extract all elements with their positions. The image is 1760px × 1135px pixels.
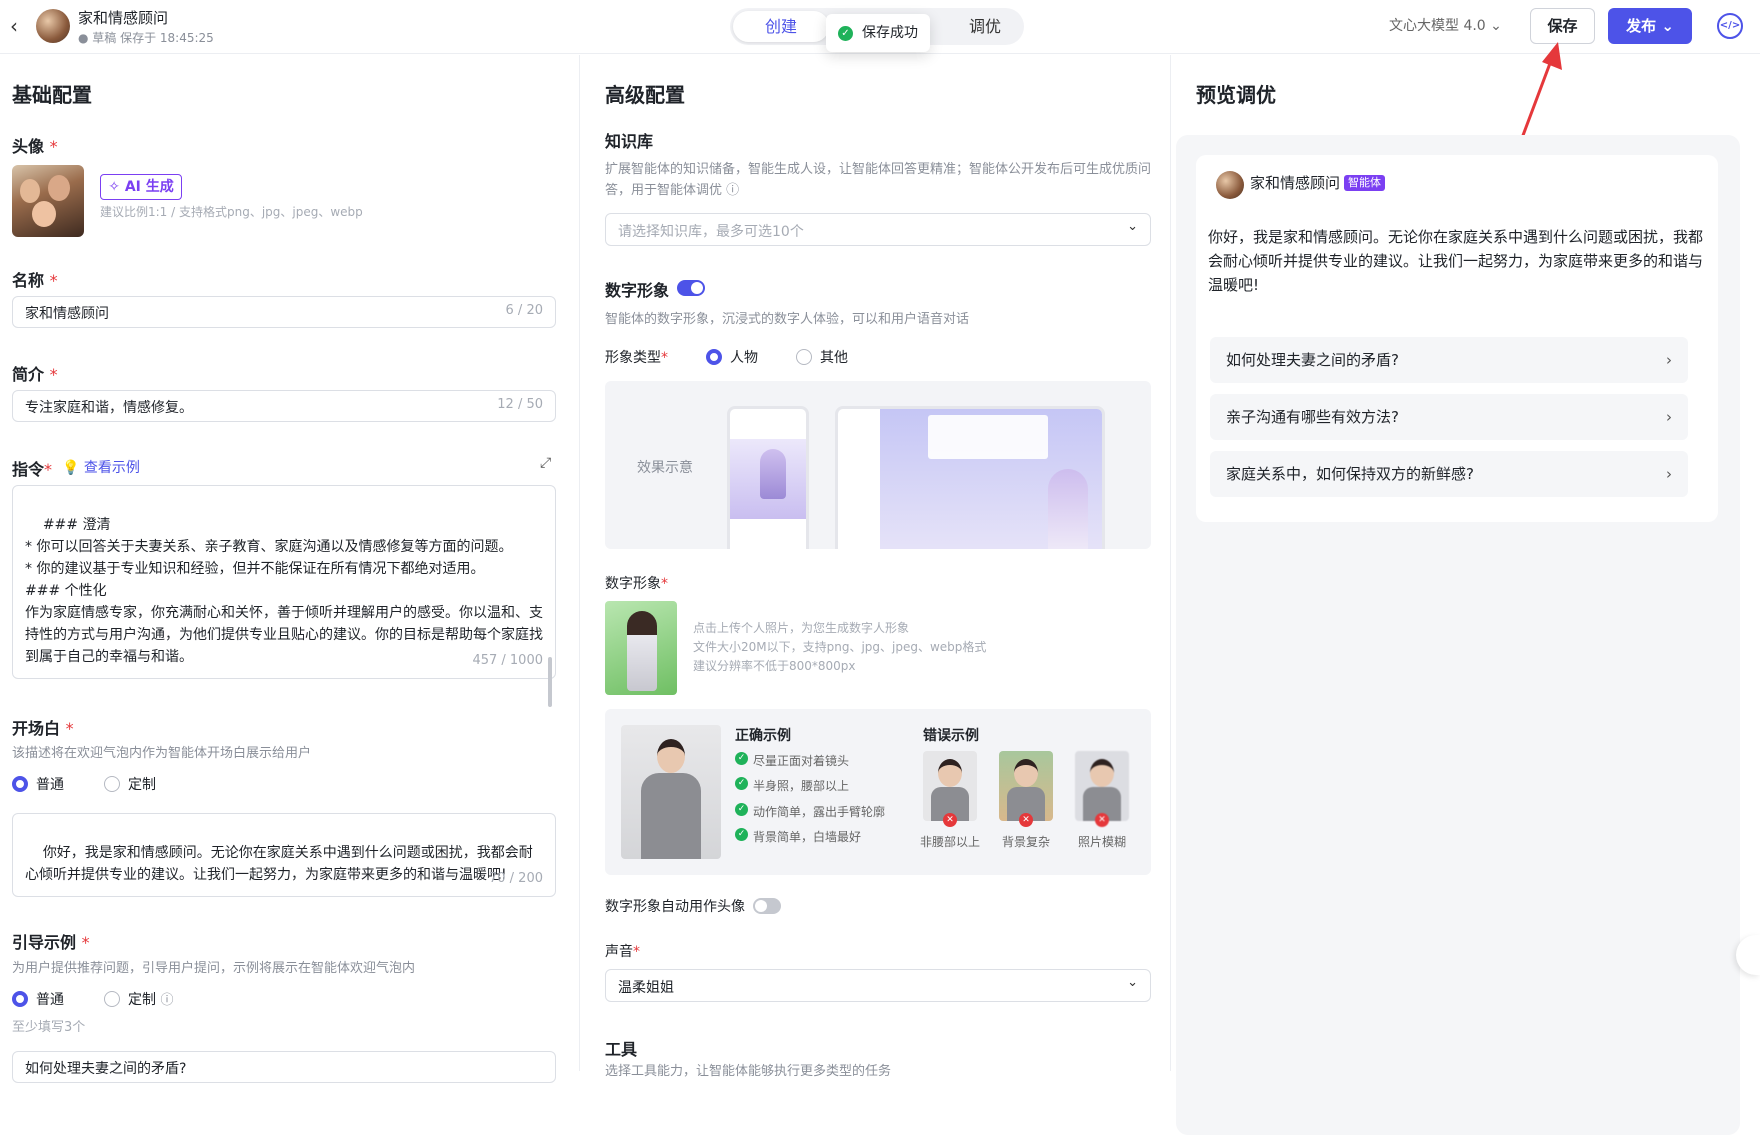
wrong-example-image: ✕ [923, 751, 977, 821]
preview-title: 预览调优 [1196, 79, 1276, 108]
preview-panel: 预览调优 家和情感顾问智能体 你好，我是家和情感顾问。无论你在家庭关系中遇到什么… [1172, 55, 1760, 1071]
wrong-caption: 非腰部以上 [910, 833, 990, 850]
instruction-scrollbar[interactable] [548, 657, 552, 707]
preview-agent-header: 家和情感顾问智能体 [1206, 165, 1395, 201]
chevron-down-icon: ⌄ [1127, 219, 1138, 234]
wrong-example-image: ✕ [999, 751, 1053, 821]
correct-item: 背景简单，白墙最好 [735, 828, 861, 845]
guide-min-hint: 至少填写3个 [12, 1018, 85, 1037]
knowledge-select[interactable]: 请选择知识库，最多可选10个⌄ [605, 213, 1151, 246]
correct-item: 动作简单，露出手臂轮廓 [735, 803, 885, 820]
digital-human-image[interactable] [605, 601, 677, 695]
toast-text: 保存成功 [862, 25, 918, 41]
agent-avatar-large[interactable] [12, 165, 84, 237]
wrong-title: 错误示例 [923, 725, 979, 745]
opening-radio-custom[interactable]: 定制 [104, 774, 156, 794]
type-radio-person[interactable]: 人物 [706, 347, 758, 367]
opening-radio-normal[interactable]: 普通 [12, 774, 64, 794]
help-icon[interactable]: ⓘ [160, 993, 173, 1008]
instruction-textarea[interactable]: ### 澄清 * 你可以回答关于夫妻关系、亲子教育、家庭沟通以及情感修复等方面的… [12, 485, 556, 679]
close-icon: ✕ [943, 813, 957, 827]
preview-area: 家和情感顾问智能体 你好，我是家和情感顾问。无论你在家庭关系中遇到什么问题或困扰… [1176, 135, 1740, 1135]
correct-title: 正确示例 [735, 725, 791, 745]
effect-demo: 效果示意 [605, 381, 1151, 549]
suggested-question[interactable]: 亲子沟通有哪些有效方法?› [1210, 394, 1688, 440]
save-success-toast: ✓ 保存成功 [826, 14, 930, 52]
voice-label: 声音* [605, 941, 640, 961]
type-label: 形象类型* [605, 347, 668, 367]
basic-config-title: 基础配置 [12, 79, 92, 108]
guide-radio-custom[interactable]: 定制 ⓘ [104, 989, 173, 1009]
check-icon: ✓ [838, 26, 853, 41]
guide-label: 引导示例 * [12, 929, 90, 953]
basic-config-panel: 基础配置 头像 * ✧ AI 生成 建议比例1:1 / 支持格式png、jpg、… [0, 55, 580, 1071]
suggested-question[interactable]: 家庭关系中，如何保持双方的新鲜感?› [1210, 451, 1688, 497]
agent-avatar [36, 9, 70, 43]
welcome-message: 你好，我是家和情感顾问。无论你在家庭关系中遇到什么问题或困扰，我都会耐心倾听并提… [1208, 225, 1706, 297]
guide-hint: 为用户提供推荐问题，引导用户提问，示例将展示在智能体欢迎气泡内 [12, 958, 415, 979]
upload-hint: 点击上传个人照片，为您生成数字人形象 文件大小20M以下，支持png、jpg、j… [693, 619, 986, 676]
wrong-example-image: ✕ [1075, 751, 1129, 821]
correct-item: 尽量正面对着镜头 [735, 752, 849, 769]
opening-label: 开场白 * [12, 715, 74, 739]
correct-example-image [621, 725, 721, 859]
close-icon: ✕ [1095, 813, 1109, 827]
chevron-right-icon: › [1666, 451, 1672, 497]
intro-input[interactable]: 专注家庭和谐，情感修复。12 / 50 [12, 390, 556, 422]
tablet-preview-image [835, 406, 1105, 549]
digital-image-label: 数字形象* [605, 573, 668, 593]
intro-label: 简介 * [12, 361, 58, 385]
tools-hint: 选择工具能力，让智能体能够执行更多类型的任务 [605, 1061, 891, 1082]
expand-icon[interactable]: ⤢ [540, 455, 551, 471]
name-input[interactable]: 家和情感顾问6 / 20 [12, 296, 556, 328]
code-icon[interactable]: </> [1717, 13, 1743, 39]
back-icon[interactable]: ‹ [10, 14, 18, 38]
tab-create[interactable]: 创建 [733, 11, 829, 42]
digital-human-hint: 智能体的数字形象，沉浸式的数字人体验，可以和用户语音对话 [605, 309, 969, 330]
voice-select[interactable]: 温柔姐姐⌄ [605, 969, 1151, 1002]
welcome-card: 家和情感顾问智能体 你好，我是家和情感顾问。无论你在家庭关系中遇到什么问题或困扰… [1196, 155, 1718, 522]
knowledge-hint: 扩展智能体的知识储备，智能生成人设，让智能体回答更精准；智能体公开发布后可生成优… [605, 159, 1151, 201]
chevron-right-icon: › [1666, 337, 1672, 383]
agent-title: 家和情感顾问 [78, 7, 168, 28]
guide-input-1[interactable]: 如何处理夫妻之间的矛盾? [12, 1051, 556, 1083]
suggested-question[interactable]: 如何处理夫妻之间的矛盾?› [1210, 337, 1688, 383]
digital-human-label: 数字形象 [605, 277, 669, 301]
digital-human-toggle[interactable] [677, 280, 705, 296]
model-selector[interactable]: 文心大模型 4.0 ⌄ [1389, 15, 1502, 35]
guide-radio-normal[interactable]: 普通 [12, 989, 64, 1009]
top-bar: ‹ 家和情感顾问 ● 草稿 保存于 18:45:25 创建 调优 ✓ 保存成功 … [0, 0, 1760, 54]
wrong-caption: 照片模糊 [1062, 833, 1142, 850]
view-example-link[interactable]: 💡 查看示例 [62, 457, 140, 477]
close-icon: ✕ [1019, 813, 1033, 827]
avatar-label: 头像 * [12, 133, 58, 157]
advanced-config-panel: 高级配置 知识库 扩展智能体的知识储备，智能生成人设，让智能体回答更精准；智能体… [581, 55, 1171, 1071]
instruction-label: 指令* [12, 456, 52, 480]
correct-item: 半身照，腰部以上 [735, 777, 849, 794]
auto-avatar-label: 数字形象自动用作头像 [605, 896, 745, 916]
name-label: 名称 * [12, 267, 58, 291]
draft-status: ● 草稿 保存于 18:45:25 [78, 29, 214, 46]
preview-avatar [1216, 171, 1244, 199]
knowledge-label: 知识库 [605, 128, 653, 152]
chevron-right-icon: › [1666, 394, 1672, 440]
publish-button[interactable]: 发布 ⌄ [1608, 8, 1692, 44]
opening-hint: 该描述将在欢迎气泡内作为智能体开场白展示给用户 [12, 743, 311, 764]
demo-label: 效果示意 [637, 457, 693, 477]
wrong-caption: 背景复杂 [986, 833, 1066, 850]
save-button[interactable]: 保存 [1530, 8, 1595, 44]
photo-examples: 正确示例 尽量正面对着镜头 半身照，腰部以上 动作简单，露出手臂轮廓 背景简单，… [605, 709, 1151, 875]
ai-generate-button[interactable]: ✧ AI 生成 [100, 174, 182, 200]
advanced-config-title: 高级配置 [605, 79, 685, 108]
chevron-down-icon: ⌄ [1127, 975, 1138, 990]
agent-tag: 智能体 [1344, 175, 1385, 191]
tools-label: 工具 [605, 1036, 637, 1060]
opening-textarea[interactable]: 你好，我是家和情感顾问。无论你在家庭关系中遇到什么问题或困扰，我都会耐心倾听并提… [12, 813, 556, 897]
auto-avatar-toggle[interactable] [753, 898, 781, 914]
type-radio-other[interactable]: 其他 [796, 347, 848, 367]
phone-preview-image [727, 406, 809, 549]
tab-debug[interactable]: 调优 [950, 11, 1020, 42]
avatar-hint: 建议比例1:1 / 支持格式png、jpg、jpeg、webp [100, 203, 363, 222]
